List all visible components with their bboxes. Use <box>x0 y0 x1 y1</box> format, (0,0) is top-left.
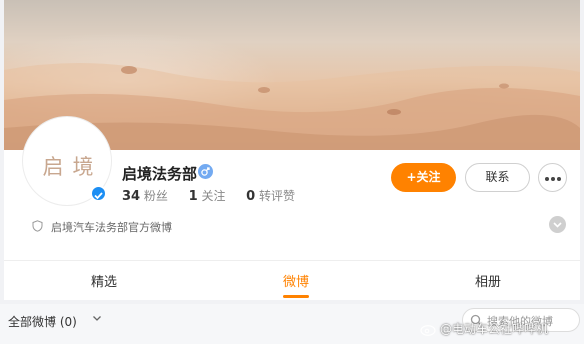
verified-icon <box>90 185 107 202</box>
follow-button[interactable]: +关注 <box>391 163 456 192</box>
profile-description: 启境汽车法务部官方微博 <box>51 221 172 234</box>
expand-chevron-icon[interactable] <box>549 216 566 233</box>
profile-card: 启境 启境法务部 34 粉丝 1 关注 0 转评赞 +关注 联系 启境汽车法务部… <box>4 0 580 300</box>
watermark: @电动车公社哔哔机 <box>440 322 549 336</box>
likes-label: 转评赞 <box>259 189 296 203</box>
male-gender-icon <box>198 164 213 179</box>
tab-weibo[interactable]: 微博 <box>256 271 336 290</box>
fans-count[interactable]: 34 <box>122 189 140 204</box>
weibo-profile-page: 启境 启境法务部 34 粉丝 1 关注 0 转评赞 +关注 联系 启境汽车法务部… <box>0 0 584 344</box>
chevron-down-icon[interactable] <box>92 313 102 323</box>
likes-count: 0 <box>246 189 256 204</box>
fans-label[interactable]: 粉丝 <box>144 189 168 203</box>
tabs-divider <box>4 260 580 261</box>
contact-button[interactable]: 联系 <box>465 163 530 192</box>
feed-filter-dropdown[interactable]: 全部微博 (0) <box>8 313 77 330</box>
following-label[interactable]: 关注 <box>201 189 225 203</box>
weibo-logo-icon <box>420 325 436 336</box>
active-tab-indicator <box>283 295 309 298</box>
profile-name: 启境法务部 <box>122 165 198 183</box>
tab-album[interactable]: 相册 <box>448 271 528 290</box>
avatar-text: 启境 <box>42 155 103 179</box>
following-count[interactable]: 1 <box>189 189 198 204</box>
profile-stats: 34 粉丝 1 关注 0 转评赞 <box>122 187 295 204</box>
tab-featured[interactable]: 精选 <box>64 271 144 290</box>
more-dots-icon[interactable] <box>538 163 567 192</box>
shield-icon <box>32 220 43 232</box>
